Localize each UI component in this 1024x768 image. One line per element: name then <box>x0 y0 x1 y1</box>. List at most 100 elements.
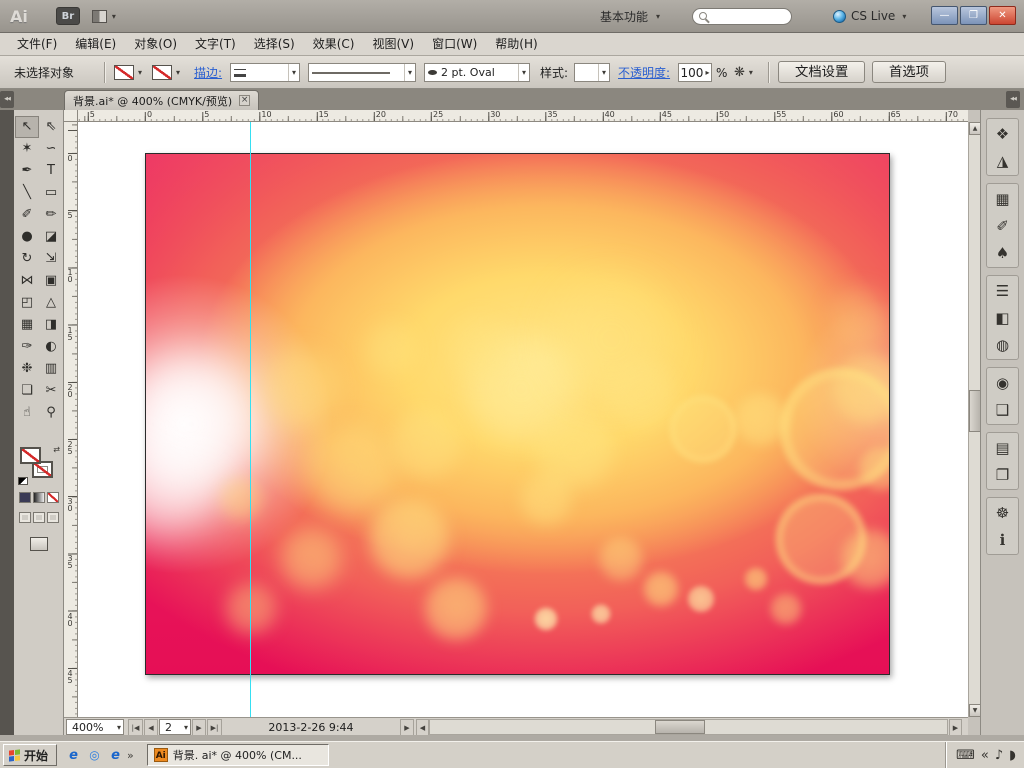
menu-item-select[interactable]: 选择(S) <box>245 33 304 55</box>
menu-item-file[interactable]: 文件(F) <box>8 33 66 55</box>
artboards-panel-button[interactable]: ❐ <box>987 461 1018 488</box>
menu-item-help[interactable]: 帮助(H) <box>486 33 546 55</box>
type-tool[interactable]: T <box>39 160 63 182</box>
zoom-level-dropdown[interactable]: 400% ▾ <box>66 719 124 735</box>
lasso-tool[interactable]: ∽ <box>39 138 63 160</box>
close-document-icon[interactable]: × <box>239 95 251 106</box>
artboard[interactable] <box>145 153 890 675</box>
horizontal-scroll-thumb[interactable] <box>655 720 705 734</box>
pencil-tool[interactable]: ✏ <box>39 204 63 226</box>
none-mode-button[interactable] <box>47 492 59 503</box>
fill-swatch[interactable] <box>20 447 41 464</box>
restore-button[interactable]: ❐ <box>960 6 987 25</box>
slice-tool[interactable]: ✂ <box>39 380 63 402</box>
internet-explorer-icon[interactable]: e <box>65 747 82 764</box>
menu-item-view[interactable]: 视图(V) <box>363 33 423 55</box>
arrange-documents-button[interactable]: ▾ <box>91 9 116 23</box>
guide-line[interactable] <box>250 122 251 717</box>
preferences-button[interactable]: 首选项 <box>872 61 946 83</box>
start-button[interactable]: 开始 <box>3 744 58 766</box>
zoom-tool[interactable]: ⚲ <box>39 402 63 424</box>
rectangle-tool[interactable]: ▭ <box>39 182 63 204</box>
opacity-panel-link[interactable]: 不透明度: <box>618 56 670 89</box>
transparency-panel-button[interactable]: ◍ <box>987 331 1018 358</box>
menu-item-window[interactable]: 窗口(W) <box>423 33 486 55</box>
color-panel-panel-button[interactable]: ❖ <box>987 120 1018 147</box>
graphic-styles-panel-button[interactable]: ❑ <box>987 396 1018 423</box>
scale-tool[interactable]: ⇲ <box>39 248 63 270</box>
gradient-panel-button[interactable]: ◧ <box>987 304 1018 331</box>
screen-mode-button[interactable] <box>30 537 48 551</box>
horizontal-scrollbar[interactable] <box>429 719 948 735</box>
rotate-tool[interactable]: ↻ <box>15 248 39 270</box>
opacity-input[interactable]: 100 ▸ <box>678 63 712 82</box>
close-button[interactable]: ✕ <box>989 6 1016 25</box>
artboard-tool[interactable]: ❏ <box>15 380 39 402</box>
canvas[interactable] <box>78 122 968 717</box>
vertical-ruler[interactable]: 0 5 1 0 1 5 2 0 2 5 3 0 3 5 4 0 4 5 <box>64 122 78 717</box>
brush-definition-dropdown[interactable]: 2 pt. Oval ▾ <box>424 63 530 82</box>
gradient-tool[interactable]: ◨ <box>39 314 63 336</box>
menu-item-object[interactable]: 对象(O) <box>125 33 186 55</box>
color-guide-panel-button[interactable]: ◮ <box>987 147 1018 174</box>
graphic-style-dropdown[interactable]: ▾ <box>574 63 610 82</box>
blob-brush-tool[interactable]: ● <box>15 226 39 248</box>
menu-item-effect[interactable]: 效果(C) <box>304 33 364 55</box>
direct-selection-tool[interactable]: ⇖ <box>39 116 63 138</box>
document-tab[interactable]: 背景.ai* @ 400% (CMYK/预览) × <box>64 90 260 110</box>
stepper-arrow-icon[interactable]: ▸ <box>705 68 709 77</box>
messenger-icon[interactable]: ◎ <box>86 747 103 764</box>
quick-launch-overflow-icon[interactable]: » <box>127 749 134 762</box>
column-graph-tool[interactable]: ▥ <box>39 358 63 380</box>
info-panel-button[interactable]: ℹ <box>987 526 1018 553</box>
perspective-grid-tool[interactable]: △ <box>39 292 63 314</box>
collapse-tools-button[interactable]: ◀◀ <box>0 91 14 108</box>
brushes-panel-button[interactable]: ✐ <box>987 212 1018 239</box>
default-fill-stroke-button[interactable] <box>18 477 28 485</box>
artboard-navigation-dropdown[interactable]: 2 ▾ <box>159 719 191 735</box>
tray-chevron-icon[interactable]: « <box>981 742 989 768</box>
collapse-dock-button[interactable]: ◀◀ <box>1006 91 1020 108</box>
menu-item-type[interactable]: 文字(T) <box>186 33 245 55</box>
free-transform-tool[interactable]: ▣ <box>39 270 63 292</box>
stroke-color-dropdown[interactable]: ▾ <box>152 56 180 89</box>
network-icon[interactable]: ◗ <box>1009 742 1016 768</box>
browser-icon[interactable]: e <box>107 747 124 764</box>
draw-behind-button[interactable] <box>33 512 45 523</box>
appearance-panel-button[interactable]: ◉ <box>987 369 1018 396</box>
menu-item-edit[interactable]: 编辑(E) <box>66 33 125 55</box>
symbol-sprayer-tool[interactable]: ❉ <box>15 358 39 380</box>
shape-builder-tool[interactable]: ◰ <box>15 292 39 314</box>
taskbar-window-button[interactable]: Ai 背景. ai* @ 400% (CM... <box>146 744 329 766</box>
cs-live-button[interactable]: CS Live ▾ <box>833 9 906 23</box>
volume-icon[interactable]: ♪ <box>995 742 1003 768</box>
draw-inside-button[interactable] <box>47 512 59 523</box>
selection-tool[interactable]: ↖ <box>15 116 39 138</box>
blend-tool[interactable]: ◐ <box>39 336 63 358</box>
stroke-weight-dropdown[interactable]: ▾ <box>230 63 300 82</box>
magic-wand-tool[interactable]: ✶ <box>15 138 39 160</box>
symbols-panel-button[interactable]: ♠ <box>987 239 1018 266</box>
horizontal-ruler[interactable]: 5 0 5 10 15 20 25 30 35 40 45 50 55 60 65 70 <box>78 110 968 122</box>
search-input[interactable] <box>692 7 792 25</box>
document-setup-button[interactable]: 文档设置 <box>778 61 866 83</box>
hand-tool[interactable]: ☝ <box>15 402 39 424</box>
ruler-origin-corner[interactable] <box>64 110 78 122</box>
layers-panel-button[interactable]: ▤ <box>987 434 1018 461</box>
minimize-button[interactable]: — <box>931 6 958 25</box>
fill-color-dropdown[interactable]: ▾ <box>114 56 142 89</box>
swap-fill-stroke-icon[interactable]: ⇄ <box>53 445 60 454</box>
width-tool[interactable]: ⋈ <box>15 270 39 292</box>
bridge-button[interactable]: Br <box>55 7 80 25</box>
navigator-panel-button[interactable]: ☸ <box>987 499 1018 526</box>
mesh-tool[interactable]: ▦ <box>15 314 39 336</box>
color-mode-button[interactable] <box>19 492 31 503</box>
eyedropper-tool[interactable]: ✑ <box>15 336 39 358</box>
pen-tool[interactable]: ✒ <box>15 160 39 182</box>
draw-normal-button[interactable] <box>19 512 31 523</box>
width-profile-dropdown[interactable]: ▾ <box>308 63 416 82</box>
gradient-mode-button[interactable] <box>33 492 45 503</box>
workspace-switcher[interactable]: 基本功能 ▾ <box>600 8 660 25</box>
stroke-panel-button[interactable]: ☰ <box>987 277 1018 304</box>
ime-keyboard-icon[interactable]: ⌨ <box>956 742 975 768</box>
